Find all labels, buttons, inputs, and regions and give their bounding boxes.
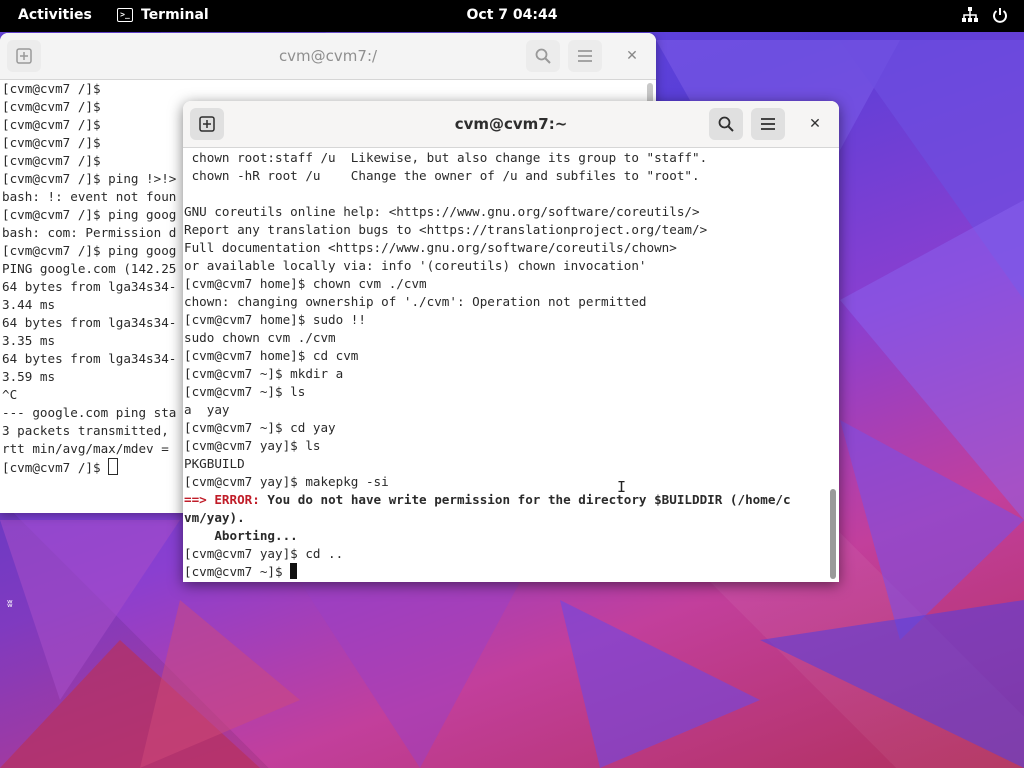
- hamburger-icon: [578, 50, 592, 62]
- text-cursor-icon: I: [617, 478, 627, 496]
- terminal-line: or available locally via: info '(coreuti…: [184, 258, 647, 273]
- terminal-line: sudo chown cvm ./cvm: [184, 330, 336, 345]
- error-prefix: ==> ERROR:: [184, 492, 260, 507]
- terminal-output[interactable]: chown root:staff /u Likewise, but also c…: [183, 149, 839, 582]
- scrollbar[interactable]: [830, 489, 836, 579]
- clock[interactable]: Oct 7 04:44: [467, 7, 558, 23]
- new-tab-button[interactable]: [7, 40, 41, 72]
- new-tab-icon: [16, 48, 32, 64]
- close-button[interactable]: ✕: [802, 111, 828, 137]
- network-icon[interactable]: [962, 7, 978, 23]
- error-line: ==> ERROR: You do not have write permiss…: [184, 491, 839, 509]
- top-bar: Activities >_ Terminal Oct 7 04:44: [0, 0, 1024, 32]
- terminal-line: [cvm@cvm7 ~]$: [184, 563, 839, 581]
- app-menu[interactable]: >_ Terminal: [117, 7, 209, 23]
- terminal-line: chown: changing ownership of './cvm': Op…: [184, 294, 647, 309]
- terminal-line: [cvm@cvm7 home]$ cd cvm: [184, 348, 359, 363]
- hamburger-icon: [761, 118, 775, 130]
- terminal-line: Full documentation <https://www.gnu.org/…: [184, 240, 677, 255]
- search-button[interactable]: [709, 108, 743, 140]
- terminal-line: a yay: [184, 402, 230, 417]
- search-button[interactable]: [526, 40, 560, 72]
- error-text: You do not have write permission for the…: [259, 492, 791, 507]
- app-name: Terminal: [141, 7, 209, 23]
- close-icon: ✕: [809, 116, 821, 132]
- terminal-icon: >_: [117, 8, 133, 22]
- new-tab-icon: [199, 116, 215, 132]
- terminal-line: [cvm@cvm7 yay]$ makepkg -si: [184, 474, 389, 489]
- close-button[interactable]: ✕: [619, 43, 645, 69]
- terminal-line: [cvm@cvm7 yay]$ cd ..: [184, 546, 344, 561]
- terminal-line: chown root:staff /u Likewise, but also c…: [184, 150, 708, 165]
- terminal-line: Aborting...: [184, 528, 298, 543]
- terminal-line: [cvm@cvm7 yay]$ ls: [184, 438, 321, 453]
- menu-button[interactable]: [751, 108, 785, 140]
- terminal-line: [cvm@cvm7 /]$: [2, 81, 101, 96]
- header-bar: cvm@cvm7:~ ✕: [183, 101, 839, 148]
- close-icon: ✕: [626, 48, 638, 64]
- activities-button[interactable]: Activities: [18, 7, 92, 23]
- terminal-line: PKGBUILD: [184, 456, 245, 471]
- menu-button[interactable]: [568, 40, 602, 72]
- terminal-cursor: [108, 458, 119, 475]
- terminal-window-front[interactable]: cvm@cvm7:~ ✕ chown root:staff /u Likewis…: [183, 101, 839, 582]
- terminal-line: chown -hR root /u Change the owner of /u…: [184, 168, 700, 183]
- terminal-line: [cvm@cvm7 ~]$ mkdir a: [184, 366, 344, 381]
- search-icon: [718, 116, 734, 132]
- terminal-line: [cvm@cvm7 ~]$ cd yay: [184, 420, 336, 435]
- terminal-cursor: [290, 563, 298, 579]
- search-icon: [535, 48, 551, 64]
- terminal-line: [cvm@cvm7 home]$ sudo !!: [184, 312, 366, 327]
- desktop-mark: ʬ: [7, 597, 13, 610]
- terminal-line: [cvm@cvm7 ~]$ ls: [184, 384, 306, 399]
- system-tray[interactable]: [962, 7, 1008, 23]
- header-bar: cvm@cvm7:/ ✕: [0, 33, 656, 80]
- terminal-line: [cvm@cvm7 home]$ chown cvm ./cvm: [184, 276, 427, 291]
- terminal-line: Report any translation bugs to <https://…: [184, 222, 708, 237]
- new-tab-button[interactable]: [190, 108, 224, 140]
- terminal-line: vm/yay).: [184, 510, 245, 525]
- power-icon[interactable]: [992, 7, 1008, 23]
- terminal-line: GNU coreutils online help: <https://www.…: [184, 204, 700, 219]
